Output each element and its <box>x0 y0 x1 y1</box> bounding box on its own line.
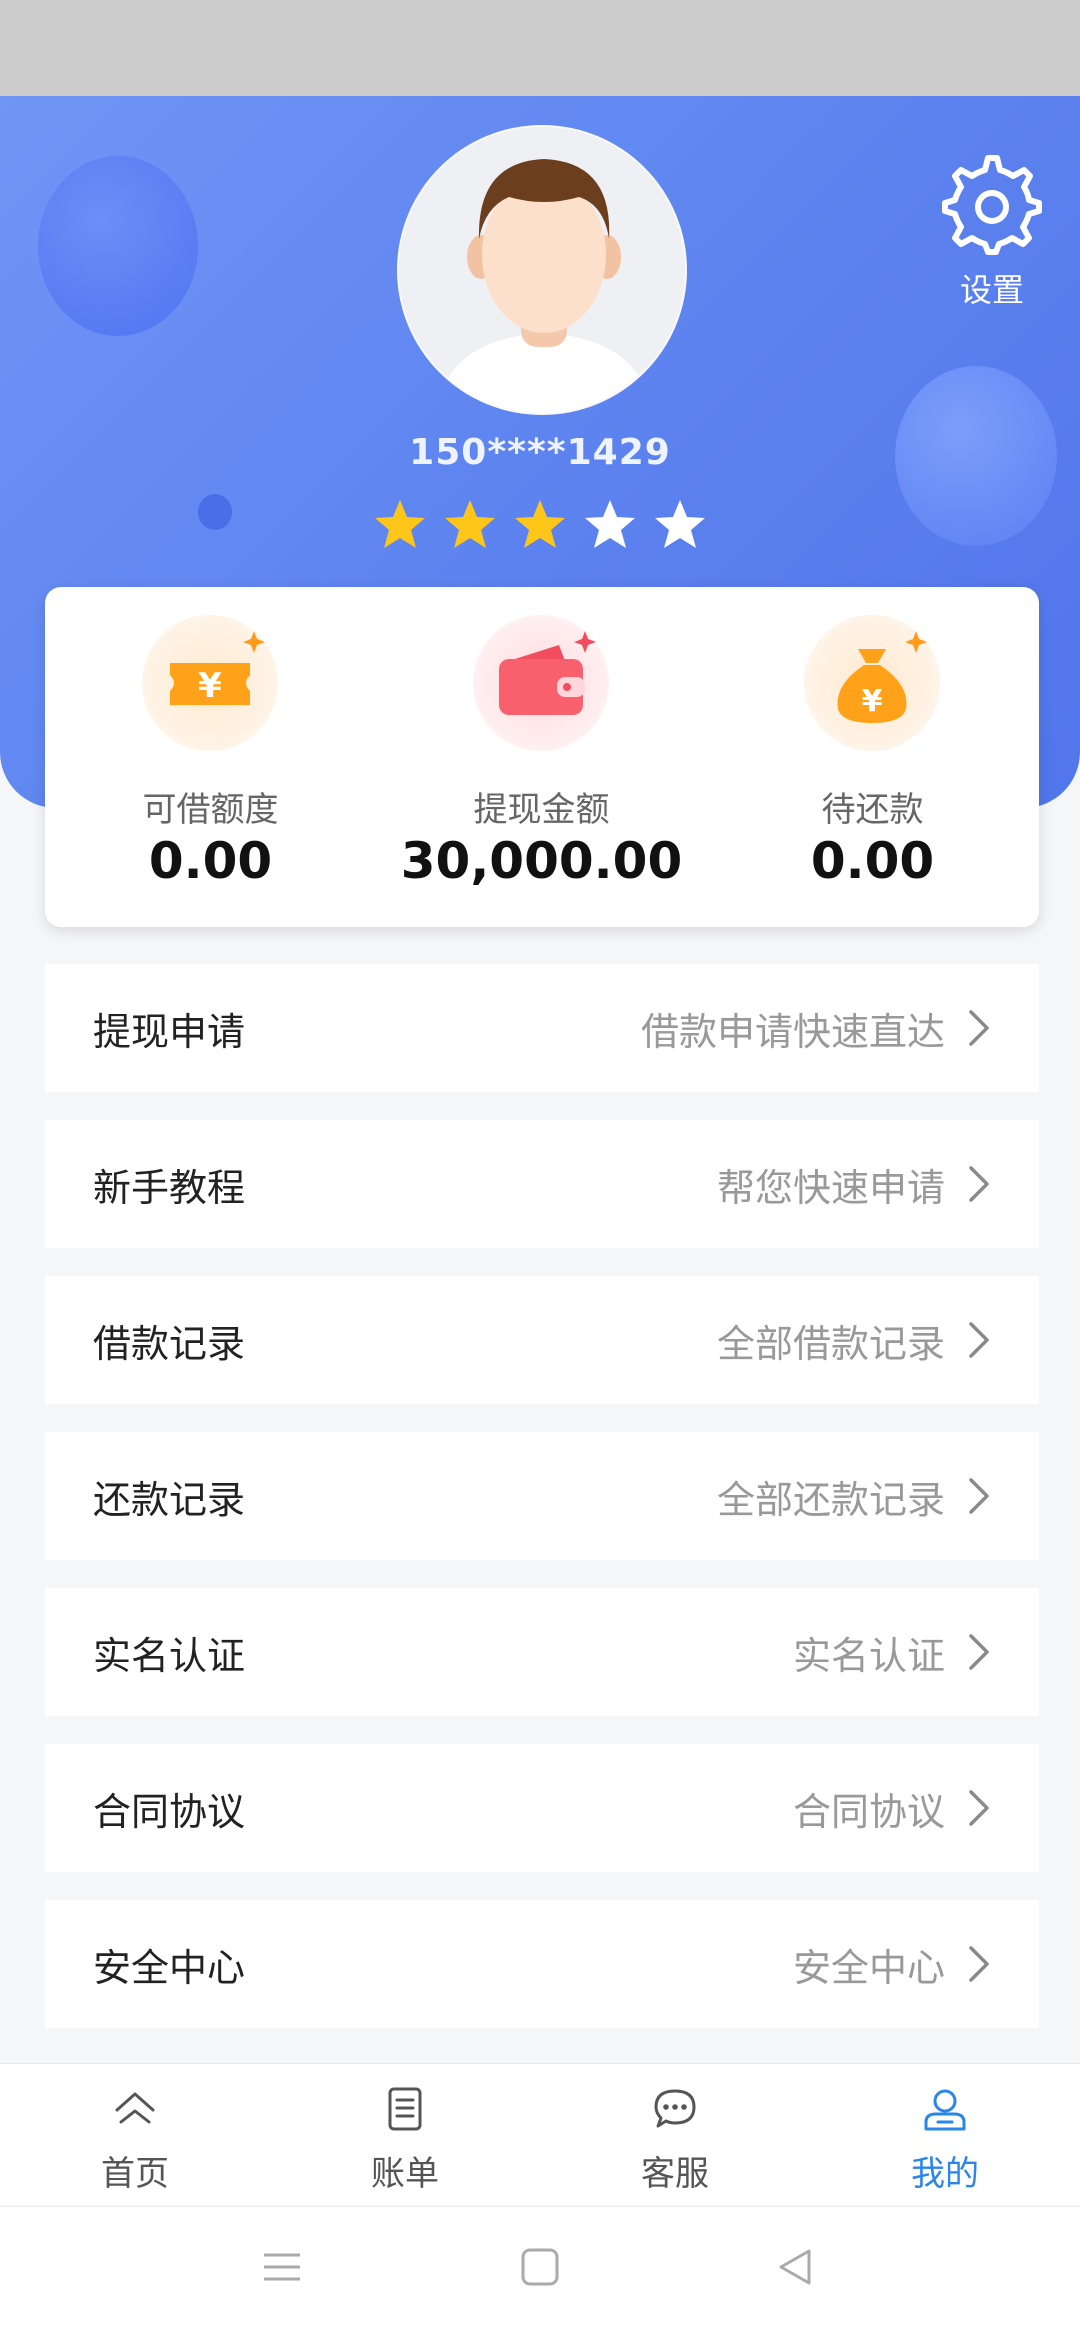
bill-icon <box>388 2087 422 2131</box>
tab-home[interactable]: 首页 <box>0 2064 270 2206</box>
chevron-right-icon <box>969 1166 989 1202</box>
menu-icon[interactable] <box>262 2247 302 2287</box>
status-bar <box>0 0 1080 96</box>
menu-item-contract[interactable]: 合同协议 合同协议 <box>45 1744 1039 1872</box>
menu-title: 新手教程 <box>93 1165 246 1210</box>
tab-label: 客服 <box>641 2154 709 2194</box>
stat-value: 0.00 <box>810 832 935 890</box>
rating-stars <box>372 497 708 553</box>
chevron-right-icon <box>969 1790 989 1826</box>
menu-title: 实名认证 <box>93 1633 246 1678</box>
stat-available-credit[interactable]: ¥ 可借额度 0.00 <box>45 587 376 927</box>
star-filled-icon <box>375 500 425 548</box>
stat-withdraw-amount[interactable]: 提现金额 30,000.00 <box>376 587 707 927</box>
menu-item-repayment-records[interactable]: 还款记录 全部还款记录 <box>45 1432 1039 1560</box>
tab-mine[interactable]: 我的 <box>810 2064 1080 2206</box>
stat-label: 待还款 <box>821 790 924 830</box>
star-filled-icon <box>445 500 495 548</box>
system-navigation-bar <box>0 2206 1080 2340</box>
bottom-tab-bar: 首页 账单 客服 我的 <box>0 2063 1080 2205</box>
stat-value: 30,000.00 <box>400 832 683 890</box>
menu-subtitle: 全部还款记录 <box>716 1477 945 1522</box>
tab-label: 我的 <box>911 2154 979 2194</box>
svg-text:¥: ¥ <box>198 666 222 706</box>
menu-subtitle: 实名认证 <box>792 1633 945 1678</box>
chevron-right-icon <box>969 1478 989 1514</box>
user-icon <box>924 2089 966 2131</box>
chevron-right-icon <box>969 1946 989 1982</box>
menu-item-loan-records[interactable]: 借款记录 全部借款记录 <box>45 1276 1039 1404</box>
menu-subtitle: 借款申请快速直达 <box>640 1009 945 1054</box>
menu-title: 借款记录 <box>93 1321 246 1366</box>
stat-label: 可借额度 <box>142 790 279 830</box>
menu-subtitle: 帮您快速申请 <box>716 1165 945 1210</box>
star-empty-icon <box>655 500 705 548</box>
decor-bubble <box>198 494 232 530</box>
home-icon <box>115 2092 155 2124</box>
back-icon[interactable] <box>775 2247 815 2287</box>
menu-item-withdraw-apply[interactable]: 提现申请 借款申请快速直达 <box>45 964 1039 1092</box>
chevron-right-icon <box>969 1634 989 1670</box>
chevron-right-icon <box>969 1010 989 1046</box>
money-bag-icon: ¥ <box>804 615 940 751</box>
menu-subtitle: 全部借款记录 <box>716 1321 945 1366</box>
home-button-icon[interactable] <box>520 2247 560 2287</box>
menu-title: 安全中心 <box>93 1945 246 1990</box>
menu-item-security-center[interactable]: 安全中心 安全中心 <box>45 1900 1039 2028</box>
stat-pending-repayment[interactable]: ¥ 待还款 0.00 <box>707 587 1038 927</box>
gear-icon <box>942 155 1042 255</box>
chevron-right-icon <box>969 1322 989 1358</box>
menu-item-real-name-auth[interactable]: 实名认证 实名认证 <box>45 1588 1039 1716</box>
settings-button[interactable]: 设置 <box>940 155 1044 315</box>
menu-title: 还款记录 <box>93 1477 246 1522</box>
wallet-icon <box>473 615 609 751</box>
tab-label: 首页 <box>101 2154 169 2194</box>
avatar[interactable] <box>397 125 687 415</box>
stat-label: 提现金额 <box>473 790 610 830</box>
phone-number: 150****1429 <box>409 432 671 473</box>
decor-bubble <box>38 156 198 336</box>
menu-subtitle: 合同协议 <box>792 1789 945 1834</box>
settings-label: 设置 <box>959 271 1024 309</box>
star-filled-icon <box>515 500 565 548</box>
stat-value: 0.00 <box>148 832 273 890</box>
svg-text:¥: ¥ <box>862 684 883 719</box>
menu-subtitle: 安全中心 <box>792 1945 945 1990</box>
stats-card: ¥ 可借额度 0.00 提现金额 30,000.00 ¥ 待还款 0.00 <box>45 587 1039 927</box>
tab-customer-service[interactable]: 客服 <box>540 2064 810 2206</box>
menu-title: 提现申请 <box>93 1009 246 1054</box>
menu-item-tutorial[interactable]: 新手教程 帮您快速申请 <box>45 1120 1039 1248</box>
tab-label: 账单 <box>371 2154 439 2194</box>
menu-title: 合同协议 <box>93 1789 246 1834</box>
voucher-icon: ¥ <box>142 615 278 751</box>
chat-icon <box>654 2089 696 2128</box>
tab-bill[interactable]: 账单 <box>270 2064 540 2206</box>
star-empty-icon <box>585 500 635 548</box>
